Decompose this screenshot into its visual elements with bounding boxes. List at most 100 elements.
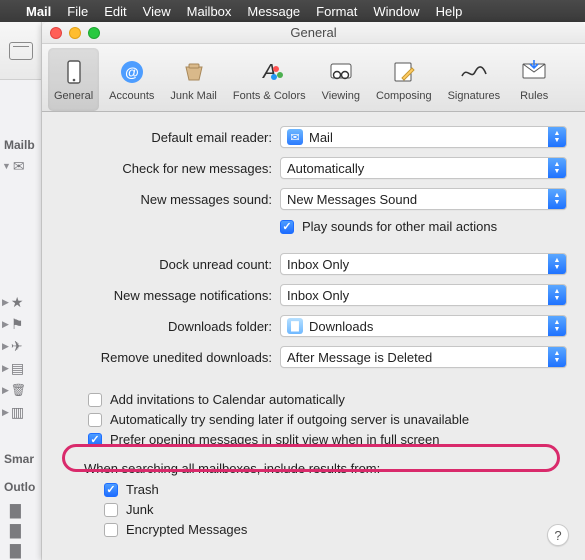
preferences-toolbar: General @ Accounts Junk Mail A Fonts & C…: [42, 44, 585, 112]
toolbar-tab-label: General: [54, 90, 93, 102]
menubar-item-view[interactable]: View: [143, 4, 171, 19]
split-view-checkbox[interactable]: [88, 433, 102, 447]
notifications-label: New message notifications:: [50, 288, 280, 303]
toolbar-tab-label: Accounts: [109, 90, 154, 102]
smart-mailboxes-header: Smar: [4, 452, 34, 466]
mail-main-toolbar: [0, 22, 41, 80]
viewing-icon: [325, 56, 357, 88]
toolbar-tab-accounts[interactable]: @ Accounts: [103, 48, 160, 111]
include-junk-label: Junk: [126, 502, 153, 517]
composing-icon: [388, 56, 420, 88]
default-reader-value: Mail: [309, 130, 333, 145]
help-button[interactable]: ?: [547, 524, 569, 546]
sidebar-row-folder-3[interactable]: ▇: [0, 540, 42, 560]
downloads-label: Downloads folder:: [50, 319, 280, 334]
fonts-colors-icon: A: [253, 56, 285, 88]
toolbar-tab-fonts[interactable]: A Fonts & Colors: [227, 48, 312, 111]
toolbar-tab-composing[interactable]: Composing: [370, 48, 438, 111]
toolbar-tab-label: Fonts & Colors: [233, 90, 306, 102]
check-messages-label: Check for new messages:: [50, 161, 280, 176]
sidebar-row-flagged[interactable]: ▶⚑: [0, 314, 42, 334]
menubar-item-format[interactable]: Format: [316, 4, 357, 19]
auto-retry-checkbox[interactable]: [88, 413, 102, 427]
toolbar-tab-label: Junk Mail: [170, 90, 216, 102]
default-reader-select[interactable]: ✉ Mail ▲▼: [280, 126, 567, 148]
sidebar-row-archive[interactable]: ▶▥: [0, 402, 42, 422]
preferences-content: Default email reader: ✉ Mail ▲▼ Check for…: [42, 112, 585, 552]
include-trash-label: Trash: [126, 482, 159, 497]
macos-menubar: Mail File Edit View Mailbox Message Form…: [0, 0, 585, 22]
sidebar-row-folder-1[interactable]: ▇: [0, 500, 42, 520]
notifications-select[interactable]: Inbox Only ▲▼: [280, 284, 567, 306]
preferences-window: General General @ Accounts Junk Mail A F…: [42, 22, 585, 560]
sidebar-row-trash[interactable]: ▶🗑: [0, 380, 42, 400]
select-arrows-icon: ▲▼: [548, 189, 566, 209]
notifications-value: Inbox Only: [287, 288, 349, 303]
sidebar-row-sent[interactable]: ▶✈: [0, 336, 42, 356]
select-arrows-icon: ▲▼: [548, 285, 566, 305]
preferences-title: General: [42, 25, 585, 40]
select-arrows-icon: ▲▼: [548, 127, 566, 147]
auto-retry-label: Automatically try sending later if outgo…: [110, 412, 469, 427]
play-sounds-label: Play sounds for other mail actions: [302, 219, 497, 234]
remove-downloads-label: Remove unedited downloads:: [50, 350, 280, 365]
menubar-item-mailbox[interactable]: Mailbox: [187, 4, 232, 19]
default-reader-label: Default email reader:: [50, 130, 280, 145]
menubar-app-name[interactable]: Mail: [26, 4, 51, 19]
include-encrypted-label: Encrypted Messages: [126, 522, 247, 537]
remove-downloads-select[interactable]: After Message is Deleted ▲▼: [280, 346, 567, 368]
new-sound-value: New Messages Sound: [287, 192, 417, 207]
menubar-item-help[interactable]: Help: [436, 4, 463, 19]
check-messages-select[interactable]: Automatically ▲▼: [280, 157, 567, 179]
menubar-item-window[interactable]: Window: [373, 4, 419, 19]
downloads-value: Downloads: [309, 319, 373, 334]
add-invitations-checkbox[interactable]: [88, 393, 102, 407]
toolbar-tab-label: Viewing: [322, 90, 360, 102]
junk-mail-icon: [178, 56, 210, 88]
select-arrows-icon: ▲▼: [548, 316, 566, 336]
new-sound-label: New messages sound:: [50, 192, 280, 207]
menubar-item-message[interactable]: Message: [247, 4, 300, 19]
include-trash-checkbox[interactable]: [104, 483, 118, 497]
accounts-icon: @: [116, 56, 148, 88]
toolbar-tab-label: Signatures: [448, 90, 501, 102]
include-encrypted-checkbox[interactable]: [104, 523, 118, 537]
downloads-select[interactable]: ▇ Downloads ▲▼: [280, 315, 567, 337]
menubar-item-file[interactable]: File: [67, 4, 88, 19]
sidebar-row-starred[interactable]: ▶★: [0, 292, 42, 312]
folder-icon: ▇: [287, 318, 303, 334]
sidebar-row-folder-2[interactable]: ▇: [0, 520, 42, 540]
toolbar-tab-label: Rules: [520, 90, 548, 102]
account-header: Outlo: [4, 480, 35, 494]
dock-count-select[interactable]: Inbox Only ▲▼: [280, 253, 567, 275]
select-arrows-icon: ▲▼: [548, 347, 566, 367]
dock-count-label: Dock unread count:: [50, 257, 280, 272]
signatures-icon: [458, 56, 490, 88]
mail-app-icon: ✉: [287, 129, 303, 145]
toolbar-tab-rules[interactable]: Rules: [510, 48, 558, 111]
select-arrows-icon: ▲▼: [548, 254, 566, 274]
toolbar-tab-label: Composing: [376, 90, 432, 102]
rules-icon: [518, 56, 550, 88]
mail-main-window-strip: Mailb ▼✉ ▶★ ▶⚑ ▶✈ ▶▤ ▶🗑 ▶▥ Smar Outlo ▇ …: [0, 22, 42, 560]
inbox-icon[interactable]: [9, 42, 33, 60]
sidebar-row-inbox[interactable]: ▼✉: [0, 156, 42, 176]
dock-count-value: Inbox Only: [287, 257, 349, 272]
select-arrows-icon: ▲▼: [548, 158, 566, 178]
split-view-label: Prefer opening messages in split view wh…: [110, 432, 440, 447]
search-include-heading: When searching all mailboxes, include re…: [84, 461, 567, 476]
add-invitations-label: Add invitations to Calendar automaticall…: [110, 392, 345, 407]
mailboxes-header: Mailb: [4, 138, 35, 152]
toolbar-tab-general[interactable]: General: [48, 48, 99, 111]
check-messages-value: Automatically: [287, 161, 364, 176]
include-junk-checkbox[interactable]: [104, 503, 118, 517]
menubar-item-edit[interactable]: Edit: [104, 4, 126, 19]
preferences-titlebar[interactable]: General: [42, 22, 585, 44]
new-sound-select[interactable]: New Messages Sound ▲▼: [280, 188, 567, 210]
sidebar-row-drafts[interactable]: ▶▤: [0, 358, 42, 378]
toolbar-tab-signatures[interactable]: Signatures: [442, 48, 507, 111]
toolbar-tab-viewing[interactable]: Viewing: [316, 48, 366, 111]
play-sounds-checkbox[interactable]: [280, 220, 294, 234]
toolbar-tab-junk[interactable]: Junk Mail: [164, 48, 222, 111]
remove-downloads-value: After Message is Deleted: [287, 350, 432, 365]
